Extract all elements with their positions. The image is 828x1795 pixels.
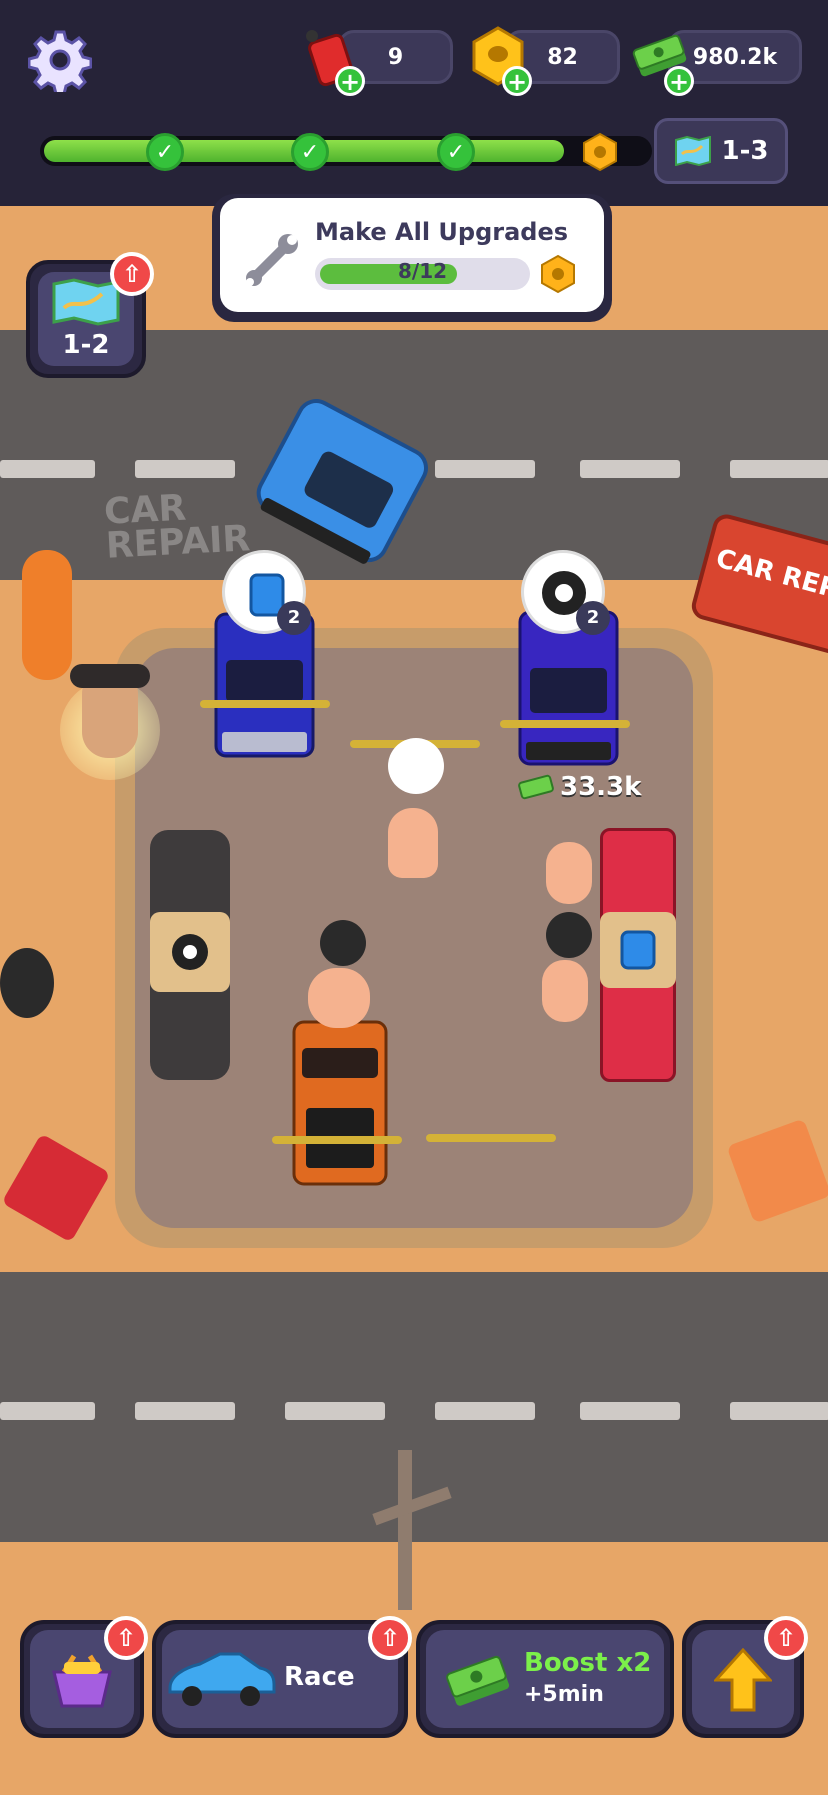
race-upgrade-badge: ⇧ [368,1616,412,1660]
tire-rack-slot [150,912,230,992]
upgrade-badge: ⇧ [764,1616,808,1660]
carried-tire-icon [546,912,592,958]
crate-decoration [726,1118,828,1224]
right-bay-count-badge: 2 [576,601,610,635]
mechanic-worker [308,968,370,1028]
map-icon [52,278,120,326]
road-marking [730,460,828,478]
road-marking [580,460,680,478]
next-level-button[interactable]: 1-3 [654,118,788,184]
bay-fence [272,1136,402,1144]
road-marking [0,460,95,478]
boost-button[interactable]: Boost x2 +5min [416,1620,674,1738]
cash-icon [518,774,554,800]
checkpoint-2-icon: ✓ [291,133,329,171]
reward-nut-icon [583,132,617,172]
boost-duration: +5min [524,1682,604,1707]
earned-cash-popup: 33.3k [518,772,641,802]
add-nuts-button[interactable]: + [502,66,532,96]
mechanic-worker [388,808,438,878]
red-toolbox-decoration [1,1133,111,1243]
left-bay-count-badge: 2 [277,601,311,635]
race-label: Race [284,1662,355,1692]
add-cash-button[interactable]: + [664,66,694,96]
task-title: Make All Upgrades [315,218,569,246]
reward-nut-icon [541,254,575,294]
task-progress-text: 8/12 [397,259,448,283]
fuel-count: 9 [387,44,404,70]
road-marking [285,1402,385,1420]
upgrade-arrow-icon [714,1648,772,1712]
gear-icon[interactable] [28,28,92,92]
boost-cash-icon [446,1655,510,1706]
road-marking [435,460,535,478]
map-level-label: 1-2 [62,330,110,360]
map-icon [674,136,711,166]
shop-basket-icon [52,1654,112,1708]
earned-cash-value: 33.3k [560,772,642,802]
checkpoint-1-icon: ✓ [146,133,184,171]
map-upgrade-badge: ⇧ [110,252,154,296]
road-marking [135,460,235,478]
tire-request-bubble: 2 [521,550,610,635]
race-car-icon [168,1652,276,1706]
top-hud: 9 + 82 + 980.2k + ✓ ✓ ✓ 1-3 [0,0,828,206]
utility-pole-decoration [398,1450,412,1610]
fuel-request-bubble: 2 [222,550,311,635]
road-marking [0,1402,95,1420]
thumbs-up-bubble [388,738,444,794]
bay-fence [500,720,630,728]
road-marking [580,1402,680,1420]
bay-fence [200,700,330,708]
fuel-rack-slot [600,912,676,988]
checkpoint-3-icon: ✓ [437,133,475,171]
air-dancer-decoration [22,550,72,680]
fuel-can-blue-icon [620,930,656,970]
bay-fence [426,1134,556,1142]
road-marking [435,1402,535,1420]
cash-count: 980.2k [692,44,778,70]
tire-icon [172,934,208,970]
add-fuel-button[interactable]: + [335,66,365,96]
boost-label: Boost x2 [524,1648,652,1678]
customer-hat [70,664,150,688]
mechanic-worker [546,842,592,904]
road-marking [135,1402,235,1420]
orange-truck[interactable] [290,1018,390,1188]
mechanic-worker [542,960,588,1022]
wrench-icon [246,234,298,286]
road-marking [730,1402,828,1420]
current-level-label: 1-3 [721,136,769,166]
ground-car-repair-text: CAR REPAIR [103,487,252,567]
loose-tire-decoration [0,948,54,1018]
nuts-count: 82 [547,44,578,70]
carried-tire-icon [320,920,366,966]
shop-upgrade-badge: ⇧ [104,1616,148,1660]
